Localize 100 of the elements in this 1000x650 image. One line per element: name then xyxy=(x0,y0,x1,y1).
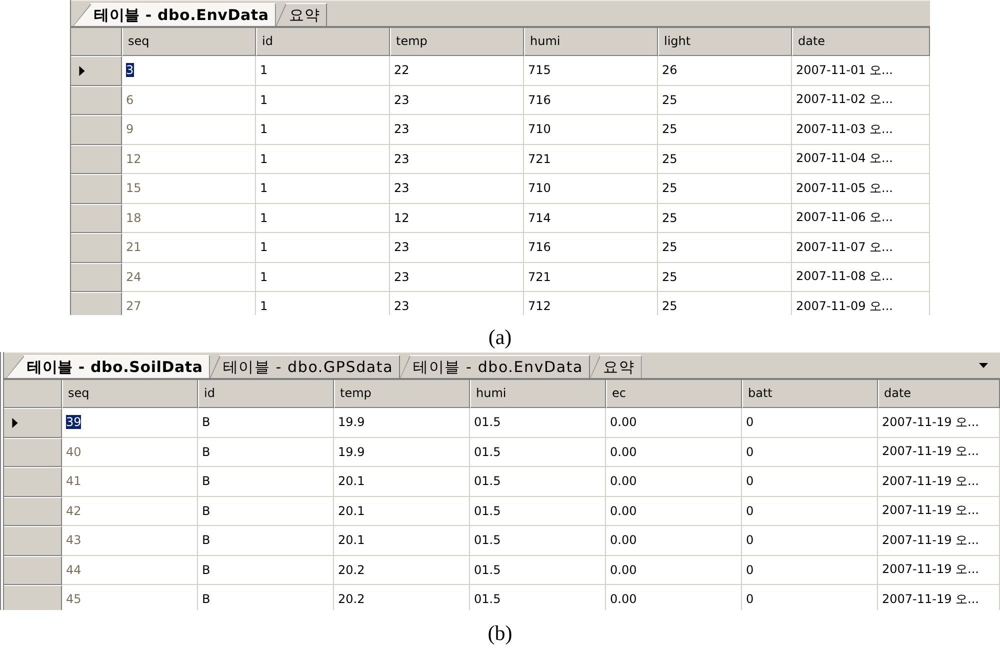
column-header[interactable]: humi xyxy=(524,28,658,56)
table-cell: 1 xyxy=(256,144,390,174)
table-cell: 25 xyxy=(658,144,792,174)
table-cell: 716 xyxy=(524,86,658,115)
table-cell: 27 xyxy=(122,292,256,315)
table-cell: B xyxy=(198,556,334,585)
table-cell: 25 xyxy=(658,292,792,315)
table-cell: 20.1 xyxy=(334,526,470,556)
table-cell: 0 xyxy=(742,438,878,467)
column-header[interactable]: ec xyxy=(606,380,742,408)
table-cell: 0 xyxy=(742,408,878,438)
column-header[interactable]: temp xyxy=(390,28,524,56)
table-cell: 0 xyxy=(742,556,878,585)
tab[interactable]: 테이블 - dbo.EnvData xyxy=(73,3,276,26)
table-cell: 25 xyxy=(658,115,792,144)
tab[interactable]: 테이블 - dbo.EnvData xyxy=(400,355,590,378)
table-cell: 2007-11-06 오... xyxy=(792,204,930,233)
table-cell: 23 xyxy=(390,262,524,292)
column-header[interactable]: id xyxy=(198,380,334,408)
row-selector[interactable] xyxy=(4,526,62,556)
table-cell: 0.00 xyxy=(606,556,742,585)
table-cell: 2007-11-19 오... xyxy=(878,526,1000,556)
table-cell: 1 xyxy=(256,115,390,144)
table-cell: 25 xyxy=(658,204,792,233)
table-cell: 2007-11-19 오... xyxy=(878,496,1000,526)
table-cell: 0.00 xyxy=(606,408,742,438)
table-cell: 42 xyxy=(62,496,198,526)
row-selector[interactable] xyxy=(71,233,122,262)
table-cell: 1 xyxy=(256,56,390,86)
row-selector[interactable] xyxy=(71,204,122,233)
tab[interactable]: 요약 xyxy=(590,355,642,378)
table-cell: 2007-11-03 오... xyxy=(792,115,930,144)
table-cell: 23 xyxy=(390,86,524,115)
table-cell: 6 xyxy=(122,86,256,115)
table-cell: B xyxy=(198,526,334,556)
table-cell: 2007-11-02 오... xyxy=(792,86,930,115)
column-header[interactable]: id xyxy=(256,28,390,56)
table-cell: 0 xyxy=(742,496,878,526)
row-selector[interactable] xyxy=(71,56,122,86)
table-cell: 01.5 xyxy=(470,526,606,556)
table-cell: 40 xyxy=(62,438,198,467)
column-header[interactable]: seq xyxy=(62,380,198,408)
table-cell: 2007-11-19 오... xyxy=(878,585,1000,610)
row-selector[interactable] xyxy=(4,408,62,438)
table-cell: 710 xyxy=(524,174,658,204)
table-cell: 19.9 xyxy=(334,408,470,438)
row-selector[interactable] xyxy=(71,144,122,174)
table-cell: B xyxy=(198,467,334,496)
table-cell: 20.1 xyxy=(334,467,470,496)
table-cell: 26 xyxy=(658,56,792,86)
table-cell: 715 xyxy=(524,56,658,86)
table-cell: 1 xyxy=(256,86,390,115)
row-selector[interactable] xyxy=(4,467,62,496)
table-cell: 1 xyxy=(256,204,390,233)
table-cell: 0.00 xyxy=(606,438,742,467)
row-selector[interactable] xyxy=(71,115,122,144)
table-cell: 15 xyxy=(122,174,256,204)
table-cell: 20.1 xyxy=(334,496,470,526)
column-header[interactable]: humi xyxy=(470,380,606,408)
column-header[interactable]: date xyxy=(792,28,930,56)
table-cell: 0.00 xyxy=(606,467,742,496)
row-selector[interactable] xyxy=(4,496,62,526)
table-cell: 43 xyxy=(62,526,198,556)
column-header[interactable]: date xyxy=(878,380,1000,408)
column-header[interactable]: light xyxy=(658,28,792,56)
row-selector[interactable] xyxy=(4,556,62,585)
table-cell: 0.00 xyxy=(606,526,742,556)
table-cell: 44 xyxy=(62,556,198,585)
table-cell: 20.2 xyxy=(334,585,470,610)
table-cell: 23 xyxy=(390,174,524,204)
table-cell: 21 xyxy=(122,233,256,262)
table-cell: 0 xyxy=(742,526,878,556)
table-cell: 0 xyxy=(742,467,878,496)
column-header[interactable]: temp xyxy=(334,380,470,408)
table-cell: 2007-11-07 오... xyxy=(792,233,930,262)
table-cell: 2007-11-19 오... xyxy=(878,556,1000,585)
column-header[interactable]: batt xyxy=(742,380,878,408)
table-cell: 23 xyxy=(390,144,524,174)
table-cell: 1 xyxy=(256,174,390,204)
table-cell: 23 xyxy=(390,233,524,262)
tab[interactable]: 테이블 - dbo.GPSdata xyxy=(210,355,400,378)
figure-caption: (b) xyxy=(488,620,512,646)
tab[interactable]: 요약 xyxy=(276,3,328,26)
table-cell: 2007-11-04 오... xyxy=(792,144,930,174)
table-cell: 12 xyxy=(390,204,524,233)
table-cell: 2007-11-08 오... xyxy=(792,262,930,292)
row-selector[interactable] xyxy=(71,174,122,204)
table-cell: 3 xyxy=(122,56,256,86)
table-cell: 25 xyxy=(658,262,792,292)
table-cell: B xyxy=(198,408,334,438)
dropdown-icon[interactable] xyxy=(979,363,988,368)
table-cell: 2007-11-09 오... xyxy=(792,292,930,315)
table-cell: B xyxy=(198,585,334,610)
table-cell: 01.5 xyxy=(470,585,606,610)
row-selector[interactable] xyxy=(71,86,122,115)
row-selector[interactable] xyxy=(71,262,122,292)
row-selector[interactable] xyxy=(4,438,62,467)
table-cell: 0 xyxy=(742,585,878,610)
tab[interactable]: 테이블 - dbo.SoilData xyxy=(6,355,210,378)
column-header[interactable]: seq xyxy=(122,28,256,56)
